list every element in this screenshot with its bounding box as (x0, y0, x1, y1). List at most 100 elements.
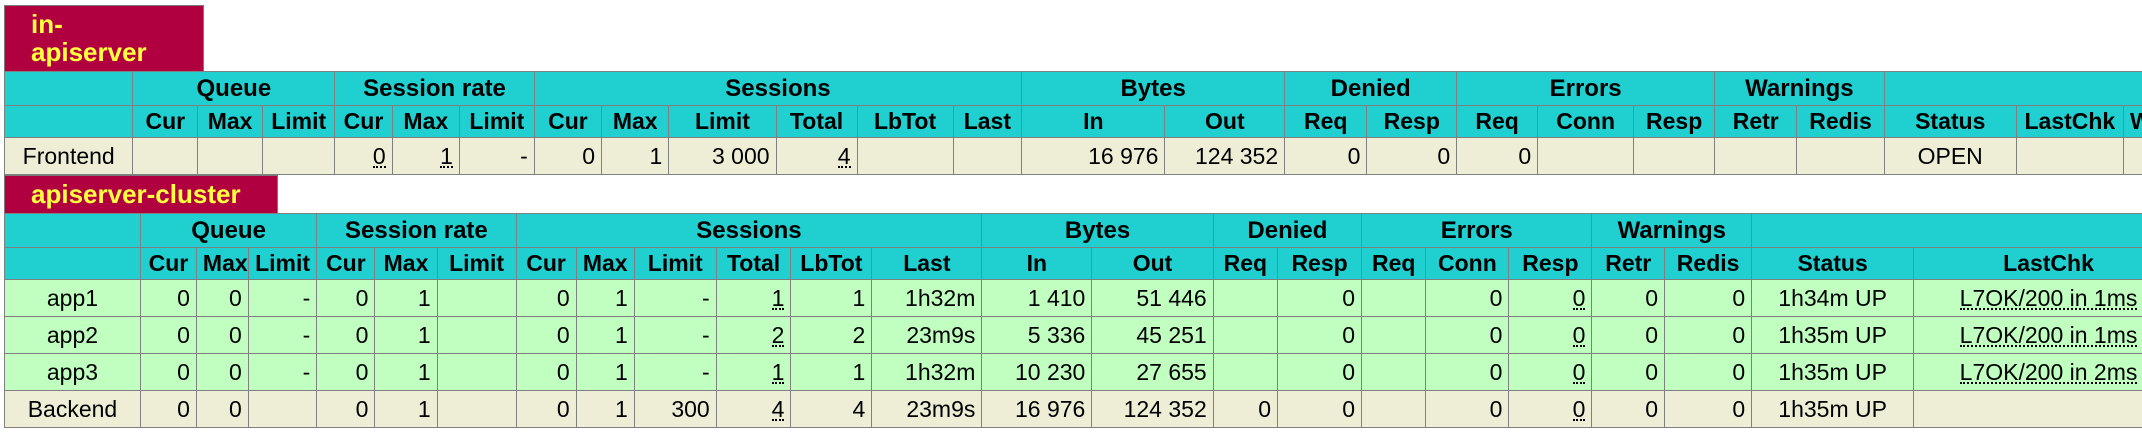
cell: 23m9s (871, 390, 983, 428)
subheader: Limit (247, 247, 318, 280)
frontend-subheader-row: Cur Max Limit Cur Max Limit Cur Max Limi… (3, 105, 2142, 138)
cell: 1 (374, 390, 438, 428)
backend-subheader-row: Cur Max Limit Cur Max Limit Cur Max Limi… (4, 247, 2142, 280)
cell: 0 (1664, 390, 1753, 428)
subheader: Cur (132, 105, 199, 138)
subheader: Req (1284, 105, 1368, 138)
cell (1796, 137, 1885, 175)
group-header-session-rate: Session rate (334, 71, 535, 106)
frontend-title[interactable]: in-apiserver (4, 5, 204, 71)
cell-value[interactable]: 0 (1572, 398, 1586, 421)
cell: 0 (316, 353, 376, 391)
subheader: Resp (1508, 247, 1593, 280)
cell[interactable]: 0 (1508, 279, 1593, 317)
cell: 0 (1284, 137, 1368, 175)
table-row: app3 0 0 - 0 1 0 1 - 1 1 1h32m 10 230 27… (4, 353, 2142, 391)
subheader: Retr (1591, 247, 1666, 280)
cell: 0 (515, 279, 577, 317)
cell: 0 (1664, 279, 1753, 317)
cell[interactable]: 2 (715, 316, 792, 354)
cell (1212, 279, 1279, 317)
cell: - (247, 316, 318, 354)
cell-value[interactable]: 0 (1572, 324, 1586, 347)
group-header-errors: Errors (1361, 213, 1593, 248)
cell: 1 (601, 137, 670, 175)
cell: 0 (1664, 316, 1753, 354)
cell-value[interactable]: 4 (771, 398, 785, 421)
subheader: Cur (139, 247, 197, 280)
subheader: Cur (334, 105, 393, 138)
subheader: Conn (1537, 105, 1635, 138)
backend-title[interactable]: apiserver-cluster (4, 175, 278, 213)
cell-value[interactable]: 0 (1572, 287, 1586, 310)
cell[interactable]: 0 (334, 137, 393, 175)
lastchk-value[interactable]: L7OK/200 in 1ms (1959, 287, 2138, 310)
cell-value[interactable]: 1 (771, 361, 785, 384)
cell[interactable]: 0 (1508, 390, 1593, 428)
status-cell: 1h35m UP (1751, 316, 1915, 354)
cell: 0 (1425, 353, 1510, 391)
subheader: Max (374, 247, 438, 280)
cell: 3 000 (668, 137, 777, 175)
cell[interactable]: 4 (775, 137, 858, 175)
cell: 124 352 (1164, 137, 1286, 175)
cell (1633, 137, 1716, 175)
cell: 0 (1591, 279, 1666, 317)
subheader: Cur (533, 105, 603, 138)
cell-value[interactable]: 4 (837, 145, 851, 168)
subheader (4, 247, 141, 280)
lastchk-cell[interactable]: L7OK/200 in 1ms (1913, 316, 2142, 354)
cell: 1 410 (981, 279, 1093, 317)
cell: 124 352 (1091, 390, 1214, 428)
cell: 0 (515, 390, 577, 428)
table-row-frontend: Frontend 0 1 - 0 1 3 000 4 16 976 124 35… (3, 137, 2142, 175)
lastchk-cell[interactable]: L7OK/200 in 1ms (1913, 279, 2142, 317)
cell: 0 (1664, 353, 1753, 391)
cell: 23m9s (871, 316, 983, 354)
cell-value[interactable]: 1 (771, 287, 785, 310)
cell: 1 (575, 390, 635, 428)
lastchk-cell[interactable]: L7OK/200 in 2ms (1913, 353, 2142, 391)
subheader: Redis (1664, 247, 1753, 280)
cell: 0 (1366, 137, 1458, 175)
lastchk-value[interactable]: L7OK/200 in 2ms (1959, 361, 2138, 384)
frontend-table: Queue Session rate Sessions Bytes Denied… (3, 71, 2142, 175)
cell: 1 (575, 316, 635, 354)
cell: 0 (515, 316, 577, 354)
cell: 0 (515, 353, 577, 391)
cell-value[interactable]: 2 (771, 324, 785, 347)
subheader (3, 105, 134, 138)
group-header-warnings: Warnings (1714, 71, 1885, 106)
subheader: Last (871, 247, 983, 280)
cell: 1 (790, 353, 873, 391)
group-header-sessions: Sessions (533, 71, 1023, 106)
cell-value[interactable]: 1 (440, 145, 453, 168)
cell[interactable]: 0 (1508, 353, 1593, 391)
cell-value[interactable]: 0 (1572, 361, 1586, 384)
cell: 45 251 (1091, 316, 1214, 354)
subheader: Status (1883, 105, 2017, 138)
cell[interactable]: 0 (1508, 316, 1593, 354)
cell-value[interactable]: 0 (372, 145, 386, 168)
cell[interactable]: 1 (715, 279, 792, 317)
subheader: Last (952, 105, 1023, 138)
cell (436, 353, 517, 391)
cell (1361, 353, 1427, 391)
cell (1913, 390, 2142, 428)
group-header-sessions: Sessions (515, 213, 983, 248)
cell: 16 976 (981, 390, 1093, 428)
subheader: Limit (261, 105, 336, 138)
cell (436, 390, 517, 428)
subheader: Resp (1633, 105, 1716, 138)
lastchk-value[interactable]: L7OK/200 in 1ms (1959, 324, 2138, 347)
group-header-server (1883, 71, 2142, 106)
subheader: Redis (1796, 105, 1885, 138)
subheader: Req (1456, 105, 1539, 138)
cell: 0 (195, 279, 249, 317)
cell[interactable]: 1 (391, 137, 460, 175)
cell[interactable]: 4 (715, 390, 792, 428)
cell (1212, 316, 1279, 354)
cell (1537, 137, 1635, 175)
subheader: LbTot (790, 247, 873, 280)
cell[interactable]: 1 (715, 353, 792, 391)
